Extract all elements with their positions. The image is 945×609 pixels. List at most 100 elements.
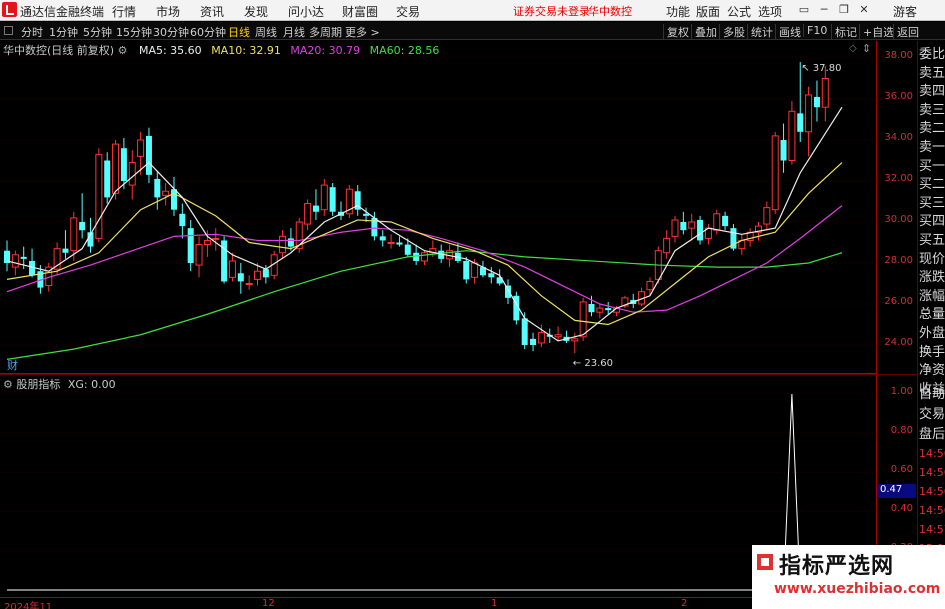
candle bbox=[780, 123, 787, 173]
date-tick: 1 bbox=[491, 598, 498, 609]
price-axis: 38.00 36.00 34.00 32.00 30.00 28.00 26.0… bbox=[876, 41, 916, 374]
side-item: 买三 bbox=[919, 195, 945, 211]
tool-multi-stock[interactable]: 多股 bbox=[719, 24, 748, 40]
financial-report-tag[interactable]: 财 bbox=[7, 358, 18, 372]
ma20-label: MA20: 30.79 bbox=[290, 44, 361, 57]
period-15min[interactable]: 15分钟 bbox=[116, 24, 152, 40]
tool-draw[interactable]: 画线 bbox=[775, 24, 804, 40]
candle bbox=[671, 215, 679, 243]
candle bbox=[187, 219, 194, 272]
period-60min[interactable]: 60分钟 bbox=[190, 24, 226, 40]
candle bbox=[320, 178, 328, 216]
candle bbox=[638, 287, 646, 307]
candle bbox=[421, 250, 428, 266]
candle bbox=[680, 211, 687, 235]
candle bbox=[212, 228, 220, 251]
side-item: 现价 bbox=[919, 251, 945, 267]
period-multi[interactable]: 多周期 bbox=[309, 24, 342, 40]
settings-icon[interactable]: ⚙ bbox=[118, 44, 128, 57]
minimize-icon[interactable]: ─ bbox=[816, 2, 832, 18]
candle bbox=[704, 224, 712, 245]
candle bbox=[763, 201, 771, 231]
diamond-icon[interactable]: ◇ bbox=[849, 43, 857, 54]
side-item: 净资 bbox=[919, 363, 945, 379]
app-title: 通达信金融终端 bbox=[20, 5, 105, 19]
ma60-label: MA60: 28.56 bbox=[369, 44, 440, 57]
menu-wealth[interactable]: 财富圈 bbox=[342, 3, 378, 20]
tool-add-watch[interactable]: +自选 bbox=[859, 24, 897, 40]
candle bbox=[171, 176, 177, 216]
side-item: 卖一 bbox=[919, 140, 945, 155]
indicator-value: XG: 0.00 bbox=[67, 378, 116, 391]
menu-news[interactable]: 资讯 bbox=[200, 3, 224, 20]
menu-formula[interactable]: 公式 bbox=[727, 3, 751, 20]
candle bbox=[162, 183, 170, 206]
indicator-chart[interactable] bbox=[0, 375, 876, 597]
candle bbox=[821, 66, 829, 122]
candle bbox=[387, 234, 395, 249]
candle bbox=[813, 80, 820, 122]
price-tick: 36.00 bbox=[884, 91, 913, 102]
menu-functions[interactable]: 功能 bbox=[666, 3, 690, 20]
side-item: 14:56 bbox=[919, 504, 945, 517]
menu-discover[interactable]: 发现 bbox=[244, 3, 268, 20]
candle bbox=[697, 215, 704, 245]
tool-back[interactable]: 返回 bbox=[893, 24, 922, 40]
menu-market[interactable]: 市场 bbox=[156, 3, 180, 20]
low-price-marker: ← 23.60 bbox=[573, 358, 613, 369]
candle bbox=[145, 127, 152, 184]
candle bbox=[722, 211, 729, 231]
screen-icon[interactable]: ▭ bbox=[796, 2, 812, 18]
menu-assistant[interactable]: 问小达 bbox=[288, 3, 324, 20]
candle bbox=[279, 230, 287, 259]
stock-name-top: 华中数控 bbox=[588, 5, 632, 18]
period-weekly[interactable]: 周线 bbox=[255, 24, 277, 40]
period-30min[interactable]: 30分钟 bbox=[153, 24, 189, 40]
tool-overlay[interactable]: 叠加 bbox=[691, 24, 720, 40]
price-chart[interactable]: ↖ 37.80 ← 23.60 财 bbox=[0, 41, 876, 374]
side-item: 自动 bbox=[919, 387, 945, 402]
menu-quotes[interactable]: 行情 bbox=[112, 3, 136, 20]
restore-icon[interactable]: ❐ bbox=[836, 2, 852, 18]
scroll-icon[interactable]: ⇕ bbox=[862, 42, 871, 55]
side-item: 卖二 bbox=[919, 121, 945, 137]
menu-trade[interactable]: 交易 bbox=[396, 3, 420, 20]
side-item: 换手 bbox=[919, 344, 945, 360]
candle bbox=[228, 252, 236, 282]
indicator-line bbox=[7, 393, 826, 591]
candle bbox=[237, 263, 244, 294]
period-daily[interactable]: 日线 bbox=[228, 24, 250, 40]
candle bbox=[312, 189, 319, 220]
candle bbox=[345, 185, 353, 218]
date-tick: 2 bbox=[681, 598, 688, 609]
candle bbox=[95, 148, 103, 243]
period-5min[interactable]: 5分钟 bbox=[83, 24, 112, 40]
date-tick: 2024年11 bbox=[4, 602, 53, 609]
ma60-line bbox=[6, 250, 843, 360]
candle bbox=[154, 170, 161, 210]
menu-options[interactable]: 选项 bbox=[758, 3, 782, 20]
tool-adjust[interactable]: 复权 bbox=[663, 24, 692, 40]
indicator-settings-icon[interactable]: ⚙ bbox=[3, 378, 13, 391]
period-1min[interactable]: 1分钟 bbox=[49, 24, 78, 40]
user-label[interactable]: 游客 bbox=[893, 3, 917, 20]
period-timeshare[interactable]: 分时 bbox=[21, 24, 43, 40]
tool-mark[interactable]: 标记 bbox=[831, 24, 860, 40]
login-warning[interactable]: 证券交易未登录 bbox=[513, 3, 590, 19]
menu-layout[interactable]: 版面 bbox=[696, 3, 720, 20]
period-monthly[interactable]: 月线 bbox=[283, 24, 305, 40]
candle bbox=[104, 152, 111, 204]
watermark: 指标严选网 www.xuezhibiao.com bbox=[752, 545, 945, 609]
candle bbox=[62, 230, 69, 259]
candle bbox=[179, 203, 186, 239]
period-more[interactable]: 更多 > bbox=[345, 24, 380, 40]
side-item: 14:56 bbox=[919, 447, 945, 460]
toolbar-toggle-icon[interactable] bbox=[4, 26, 13, 35]
candle bbox=[563, 330, 570, 343]
tool-f10[interactable]: F10 bbox=[803, 24, 830, 37]
close-icon[interactable]: ✕ bbox=[856, 2, 872, 18]
tool-stats[interactable]: 统计 bbox=[747, 24, 776, 40]
watermark-title: 指标严选网 bbox=[779, 554, 895, 579]
candle bbox=[663, 230, 671, 259]
stock-title: 华中数控(日线 前复权) bbox=[3, 44, 115, 57]
